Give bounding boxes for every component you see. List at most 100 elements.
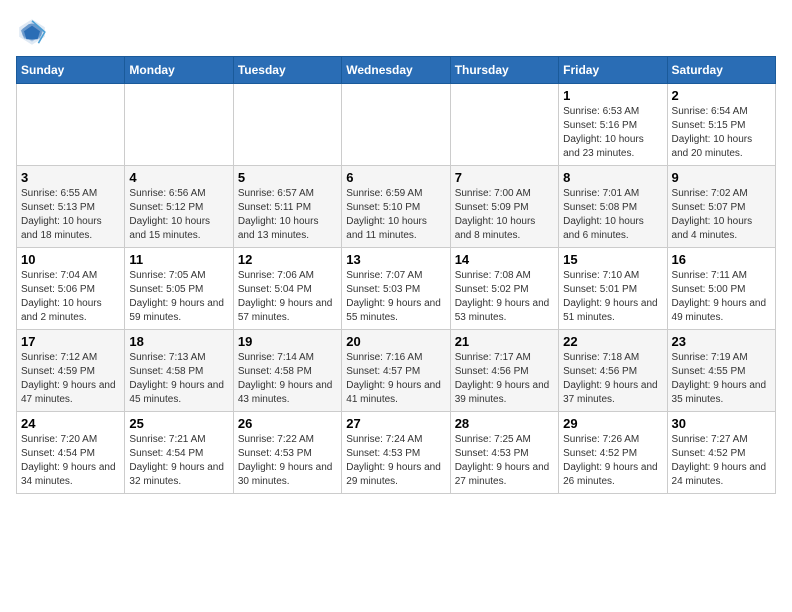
calendar-day-cell: 2Sunrise: 6:54 AM Sunset: 5:15 PM Daylig…	[667, 84, 775, 166]
day-number: 28	[455, 416, 554, 431]
day-of-week-header: Saturday	[667, 57, 775, 84]
day-info: Sunrise: 7:00 AM Sunset: 5:09 PM Dayligh…	[455, 187, 554, 243]
logo	[16, 16, 52, 48]
day-number: 10	[21, 252, 120, 267]
day-info: Sunrise: 7:08 AM Sunset: 5:02 PM Dayligh…	[455, 269, 554, 325]
day-number: 11	[129, 252, 228, 267]
calendar-day-cell	[342, 84, 450, 166]
day-info: Sunrise: 7:18 AM Sunset: 4:56 PM Dayligh…	[563, 351, 662, 407]
calendar-day-cell	[233, 84, 341, 166]
calendar-day-cell: 9 Sunrise: 7:02 AM Sunset: 5:07 PM Daylig…	[667, 166, 775, 248]
day-info: Sunrise: 7:11 AM Sunset: 5:00 PM Dayligh…	[672, 269, 771, 325]
calendar-week-row: 24Sunrise: 7:20 AM Sunset: 4:54 PM Dayli…	[17, 412, 776, 494]
calendar-day-cell: 24Sunrise: 7:20 AM Sunset: 4:54 PM Dayli…	[17, 412, 125, 494]
calendar-day-cell: 21 Sunrise: 7:17 AM Sunset: 4:56 PM Dayli…	[450, 330, 558, 412]
day-number: 4	[129, 170, 228, 185]
day-info: Sunrise: 7:14 AM Sunset: 4:58 PM Dayligh…	[238, 351, 337, 407]
day-number: 21	[455, 334, 554, 349]
calendar-day-cell	[17, 84, 125, 166]
days-of-week-row: SundayMondayTuesdayWednesdayThursdayFrid…	[17, 57, 776, 84]
day-info: Sunrise: 7:21 AM Sunset: 4:54 PM Dayligh…	[129, 433, 228, 489]
day-info: Sunrise: 7:19 AM Sunset: 4:55 PM Dayligh…	[672, 351, 771, 407]
day-info: Sunrise: 6:59 AM Sunset: 5:10 PM Dayligh…	[346, 187, 445, 243]
calendar-day-cell: 11Sunrise: 7:05 AM Sunset: 5:05 PM Dayli…	[125, 248, 233, 330]
calendar-week-row: 1 Sunrise: 6:53 AM Sunset: 5:16 PM Daylig…	[17, 84, 776, 166]
day-number: 20	[346, 334, 445, 349]
day-number: 30	[672, 416, 771, 431]
day-number: 1	[563, 88, 662, 103]
day-info: Sunrise: 7:24 AM Sunset: 4:53 PM Dayligh…	[346, 433, 445, 489]
calendar-day-cell: 19 Sunrise: 7:14 AM Sunset: 4:58 PM Dayli…	[233, 330, 341, 412]
day-info: Sunrise: 7:16 AM Sunset: 4:57 PM Dayligh…	[346, 351, 445, 407]
day-number: 27	[346, 416, 445, 431]
day-number: 29	[563, 416, 662, 431]
day-number: 25	[129, 416, 228, 431]
day-info: Sunrise: 7:22 AM Sunset: 4:53 PM Dayligh…	[238, 433, 337, 489]
day-info: Sunrise: 7:04 AM Sunset: 5:06 PM Dayligh…	[21, 269, 120, 325]
day-number: 18	[129, 334, 228, 349]
calendar-day-cell: 3Sunrise: 6:55 AM Sunset: 5:13 PM Daylig…	[17, 166, 125, 248]
calendar-day-cell: 23Sunrise: 7:19 AM Sunset: 4:55 PM Dayli…	[667, 330, 775, 412]
calendar-body: 1 Sunrise: 6:53 AM Sunset: 5:16 PM Daylig…	[17, 84, 776, 494]
calendar-day-cell: 15 Sunrise: 7:10 AM Sunset: 5:01 PM Dayli…	[559, 248, 667, 330]
day-number: 3	[21, 170, 120, 185]
calendar-week-row: 10 Sunrise: 7:04 AM Sunset: 5:06 PM Dayli…	[17, 248, 776, 330]
calendar-day-cell: 25 Sunrise: 7:21 AM Sunset: 4:54 PM Dayli…	[125, 412, 233, 494]
day-number: 15	[563, 252, 662, 267]
calendar-header: SundayMondayTuesdayWednesdayThursdayFrid…	[17, 57, 776, 84]
day-info: Sunrise: 7:13 AM Sunset: 4:58 PM Dayligh…	[129, 351, 228, 407]
day-number: 22	[563, 334, 662, 349]
calendar-day-cell: 18 Sunrise: 7:13 AM Sunset: 4:58 PM Dayli…	[125, 330, 233, 412]
day-number: 6	[346, 170, 445, 185]
day-number: 17	[21, 334, 120, 349]
page-header	[16, 16, 776, 48]
day-of-week-header: Monday	[125, 57, 233, 84]
day-of-week-header: Friday	[559, 57, 667, 84]
calendar-day-cell: 16 Sunrise: 7:11 AM Sunset: 5:00 PM Dayli…	[667, 248, 775, 330]
day-of-week-header: Wednesday	[342, 57, 450, 84]
day-info: Sunrise: 7:27 AM Sunset: 4:52 PM Dayligh…	[672, 433, 771, 489]
calendar-day-cell: 30 Sunrise: 7:27 AM Sunset: 4:52 PM Dayli…	[667, 412, 775, 494]
day-info: Sunrise: 7:12 AM Sunset: 4:59 PM Dayligh…	[21, 351, 120, 407]
calendar-day-cell: 4 Sunrise: 6:56 AM Sunset: 5:12 PM Daylig…	[125, 166, 233, 248]
day-of-week-header: Thursday	[450, 57, 558, 84]
day-number: 7	[455, 170, 554, 185]
calendar-day-cell: 1 Sunrise: 6:53 AM Sunset: 5:16 PM Daylig…	[559, 84, 667, 166]
day-of-week-header: Sunday	[17, 57, 125, 84]
calendar-day-cell: 10 Sunrise: 7:04 AM Sunset: 5:06 PM Dayli…	[17, 248, 125, 330]
calendar-week-row: 3Sunrise: 6:55 AM Sunset: 5:13 PM Daylig…	[17, 166, 776, 248]
day-info: Sunrise: 7:02 AM Sunset: 5:07 PM Dayligh…	[672, 187, 771, 243]
day-number: 26	[238, 416, 337, 431]
calendar-day-cell: 7 Sunrise: 7:00 AM Sunset: 5:09 PM Daylig…	[450, 166, 558, 248]
calendar-day-cell	[450, 84, 558, 166]
calendar-day-cell: 8 Sunrise: 7:01 AM Sunset: 5:08 PM Daylig…	[559, 166, 667, 248]
day-number: 9	[672, 170, 771, 185]
calendar-day-cell: 28 Sunrise: 7:25 AM Sunset: 4:53 PM Dayli…	[450, 412, 558, 494]
day-info: Sunrise: 7:17 AM Sunset: 4:56 PM Dayligh…	[455, 351, 554, 407]
day-number: 24	[21, 416, 120, 431]
calendar-week-row: 17 Sunrise: 7:12 AM Sunset: 4:59 PM Dayli…	[17, 330, 776, 412]
day-info: Sunrise: 7:01 AM Sunset: 5:08 PM Dayligh…	[563, 187, 662, 243]
day-number: 13	[346, 252, 445, 267]
day-info: Sunrise: 7:26 AM Sunset: 4:52 PM Dayligh…	[563, 433, 662, 489]
calendar-table: SundayMondayTuesdayWednesdayThursdayFrid…	[16, 56, 776, 494]
day-info: Sunrise: 7:10 AM Sunset: 5:01 PM Dayligh…	[563, 269, 662, 325]
day-number: 19	[238, 334, 337, 349]
day-info: Sunrise: 6:56 AM Sunset: 5:12 PM Dayligh…	[129, 187, 228, 243]
calendar-day-cell: 27 Sunrise: 7:24 AM Sunset: 4:53 PM Dayli…	[342, 412, 450, 494]
day-number: 8	[563, 170, 662, 185]
day-info: Sunrise: 6:57 AM Sunset: 5:11 PM Dayligh…	[238, 187, 337, 243]
calendar-day-cell: 5 Sunrise: 6:57 AM Sunset: 5:11 PM Daylig…	[233, 166, 341, 248]
calendar-day-cell: 20 Sunrise: 7:16 AM Sunset: 4:57 PM Dayli…	[342, 330, 450, 412]
calendar-day-cell: 12Sunrise: 7:06 AM Sunset: 5:04 PM Dayli…	[233, 248, 341, 330]
day-info: Sunrise: 7:25 AM Sunset: 4:53 PM Dayligh…	[455, 433, 554, 489]
calendar-day-cell	[125, 84, 233, 166]
day-info: Sunrise: 6:53 AM Sunset: 5:16 PM Dayligh…	[563, 105, 662, 161]
calendar-day-cell: 29 Sunrise: 7:26 AM Sunset: 4:52 PM Dayli…	[559, 412, 667, 494]
logo-icon	[16, 16, 48, 48]
day-number: 16	[672, 252, 771, 267]
day-info: Sunrise: 7:07 AM Sunset: 5:03 PM Dayligh…	[346, 269, 445, 325]
day-info: Sunrise: 7:06 AM Sunset: 5:04 PM Dayligh…	[238, 269, 337, 325]
calendar-day-cell: 6 Sunrise: 6:59 AM Sunset: 5:10 PM Daylig…	[342, 166, 450, 248]
day-number: 5	[238, 170, 337, 185]
